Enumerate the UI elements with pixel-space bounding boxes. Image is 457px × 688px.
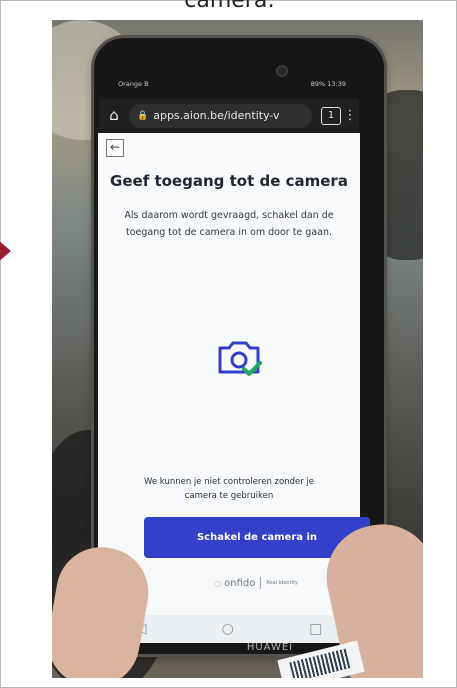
carrier-label: Orange B xyxy=(118,80,149,88)
screenshot-frame: camera: Orange B 89% 13:39 ⌂ 🔒 apps.aion… xyxy=(0,0,457,688)
browser-address-bar: ⌂ 🔒 apps.aion.be/identity-v 1 ⋮ xyxy=(99,99,359,132)
top-caption: camera: xyxy=(184,0,275,13)
camera-instructions: Als daarom wordt gevraagd, schakel dan d… xyxy=(124,210,334,238)
left-arrow-indicator xyxy=(0,227,11,275)
tab-count-button[interactable]: 1 xyxy=(321,106,341,125)
page-title: Geef toegang tot de camera xyxy=(110,172,348,190)
onfido-brand: ◌ onfido Real Identity xyxy=(196,577,316,589)
battery-time-label: 89% 13:39 xyxy=(310,80,346,88)
more-vert-icon[interactable]: ⋮ xyxy=(341,108,359,123)
onfido-logo-icon: ◌ xyxy=(214,578,222,588)
brand-name: onfido xyxy=(224,577,256,589)
camera-check-icon xyxy=(218,341,262,376)
phone-brand-label: HUAWEI xyxy=(246,642,294,653)
nav-home-icon[interactable]: ○ xyxy=(222,621,234,637)
brand-divider xyxy=(260,577,262,589)
back-arrow-icon[interactable]: ← xyxy=(106,139,124,157)
brand-tagline: Real Identity xyxy=(266,580,298,586)
phone-status-bar: Orange B 89% 13:39 xyxy=(118,75,346,93)
nav-recent-icon[interactable]: □ xyxy=(309,621,322,637)
camera-requirement-note: We kunnen je niet controleren zonder je … xyxy=(143,477,315,501)
phone-photo: Orange B 89% 13:39 ⌂ 🔒 apps.aion.be/iden… xyxy=(52,20,423,678)
lock-icon: 🔒 xyxy=(137,110,149,121)
verification-screen: ← Geef toegang tot de camera Als daarom … xyxy=(98,133,370,615)
url-field[interactable]: 🔒 apps.aion.be/identity-v xyxy=(129,103,312,128)
url-text: apps.aion.be/identity-v xyxy=(153,109,280,122)
home-icon[interactable]: ⌂ xyxy=(99,99,129,132)
